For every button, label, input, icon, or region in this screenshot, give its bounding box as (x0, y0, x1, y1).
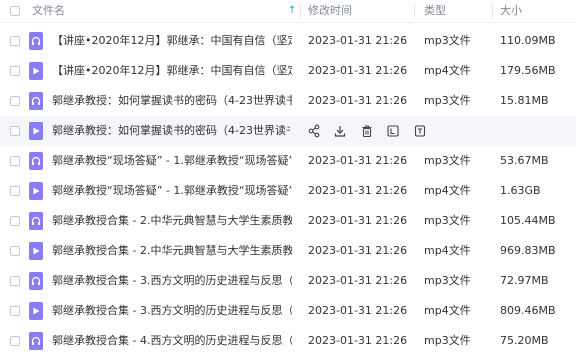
modified-time: 2023-01-31 21:26 (308, 214, 408, 227)
file-size: 72.97MB (500, 274, 549, 287)
file-name[interactable]: 郭继承教授合集 - 3.西方文明的历史进程与反思（上）(P... (52, 266, 292, 296)
file-row[interactable]: 郭继承教授合集 - 4.西方文明的历史进程与反思（中）(P... 2023-01-… (0, 326, 576, 356)
file-size: 15.81MB (500, 94, 549, 107)
audio-file-icon (29, 212, 43, 230)
file-name[interactable]: 郭继承教授合集 - 2.中华元典智慧与大学生素质教育(P2)... (52, 206, 292, 236)
row-checkbox[interactable] (10, 66, 20, 76)
row-checkbox[interactable] (10, 156, 20, 166)
column-divider[interactable] (492, 4, 493, 18)
share-icon[interactable] (307, 124, 321, 138)
modified-time: 2023-01-31 21:26 (308, 244, 408, 257)
video-file-icon (29, 302, 43, 320)
column-header-size[interactable]: 大小 (500, 0, 522, 22)
file-type: mp3文件 (424, 274, 471, 287)
rename-icon[interactable] (386, 124, 400, 138)
file-row[interactable]: 郭继承教授合集 - 2.中华元典智慧与大学生素质教育(P2)... 2023-01… (0, 206, 576, 236)
video-file-icon (29, 62, 43, 80)
row-checkbox[interactable] (10, 336, 20, 346)
video-file-icon (29, 122, 43, 140)
modified-time: 2023-01-31 21:26 (308, 154, 408, 167)
file-list-header: 文件名 ↑ 修改时间 类型 大小 (0, 0, 576, 23)
row-checkbox[interactable] (10, 186, 20, 196)
video-file-icon (29, 242, 43, 260)
row-checkbox[interactable] (10, 306, 20, 316)
modified-time: 2023-01-31 21:26 (308, 184, 408, 197)
file-size: 969.83MB (500, 244, 556, 257)
file-type: mp3文件 (424, 94, 471, 107)
file-type: mp4文件 (424, 184, 471, 197)
file-type: mp3文件 (424, 154, 471, 167)
file-row[interactable]: 郭继承教授合集 - 2.中华元典智慧与大学生素质教育(P2)... 2023-01… (0, 236, 576, 266)
file-size: 809.46MB (500, 304, 556, 317)
file-name[interactable]: 郭继承教授合集 - 4.西方文明的历史进程与反思（中）(P... (52, 326, 292, 356)
download-icon[interactable] (333, 124, 347, 138)
row-checkbox[interactable] (10, 246, 20, 256)
file-row[interactable]: 【讲座•2020年12月】郭继承：中国有自信（坚定文化自... 2023-01-3… (0, 56, 576, 86)
modified-time: 2023-01-31 21:26 (308, 64, 408, 77)
file-size: 53.67MB (500, 154, 549, 167)
file-name[interactable]: 【讲座•2020年12月】郭继承：中国有自信（坚定文化自... (52, 56, 292, 86)
file-type: mp4文件 (424, 244, 471, 257)
column-divider[interactable] (414, 4, 415, 18)
column-header-modified[interactable]: 修改时间 (308, 0, 352, 22)
delete-icon[interactable] (360, 124, 374, 138)
more-icon[interactable] (413, 124, 427, 138)
file-type: mp4文件 (424, 304, 471, 317)
modified-time: 2023-01-31 21:26 (308, 94, 408, 107)
audio-file-icon (29, 32, 43, 50)
file-size: 179.56MB (500, 64, 556, 77)
modified-time: 2023-01-31 21:26 (308, 34, 408, 47)
file-row[interactable]: 郭继承教授“现场答疑” - 1.郭继承教授“现场答疑”(A... 2023-01-… (0, 176, 576, 206)
row-checkbox[interactable] (10, 126, 20, 136)
row-checkbox[interactable] (10, 216, 20, 226)
file-type: mp4文件 (424, 64, 471, 77)
file-name[interactable]: 郭继承教授：如何掌握读书的密码（4-23世界读书日直播... (52, 116, 290, 146)
file-name[interactable]: 郭继承教授“现场答疑” - 1.郭继承教授“现场答疑”(A... (52, 176, 292, 206)
audio-file-icon (29, 92, 43, 110)
file-row[interactable]: 郭继承教授：如何掌握读书的密码（4-23世界读书日直播... (0, 116, 576, 146)
file-type: mp3文件 (424, 334, 471, 347)
file-name[interactable]: 【讲座•2020年12月】郭继承：中国有自信（坚定文化自... (52, 26, 292, 56)
column-header-name[interactable]: 文件名 (32, 0, 65, 22)
video-file-icon (29, 182, 43, 200)
row-checkbox[interactable] (10, 276, 20, 286)
file-row[interactable]: 郭继承教授合集 - 3.西方文明的历史进程与反思（上）(P... 2023-01-… (0, 266, 576, 296)
row-checkbox[interactable] (10, 96, 20, 106)
column-header-type[interactable]: 类型 (424, 0, 446, 22)
modified-time: 2023-01-31 21:26 (308, 334, 408, 347)
file-type: mp3文件 (424, 214, 471, 227)
sort-ascending-icon[interactable]: ↑ (288, 0, 296, 22)
file-type: mp3文件 (424, 34, 471, 47)
file-row[interactable]: 郭继承教授“现场答疑” - 1.郭继承教授“现场答疑”(A... 2023-01-… (0, 146, 576, 176)
file-name[interactable]: 郭继承教授合集 - 3.西方文明的历史进程与反思（上）(P... (52, 296, 292, 326)
column-divider[interactable] (300, 4, 301, 18)
modified-time: 2023-01-31 21:26 (308, 274, 408, 287)
file-row[interactable]: 郭继承教授：如何掌握读书的密码（4-23世界读书日直播... 2023-01-31… (0, 86, 576, 116)
file-row[interactable]: 郭继承教授合集 - 3.西方文明的历史进程与反思（上）(P... 2023-01-… (0, 296, 576, 326)
file-row[interactable]: 【讲座•2020年12月】郭继承：中国有自信（坚定文化自... 2023-01-3… (0, 26, 576, 56)
file-size: 110.09MB (500, 34, 556, 47)
audio-file-icon (29, 152, 43, 170)
file-name[interactable]: 郭继承教授合集 - 2.中华元典智慧与大学生素质教育(P2)... (52, 236, 292, 266)
file-size: 105.44MB (500, 214, 556, 227)
file-name[interactable]: 郭继承教授“现场答疑” - 1.郭继承教授“现场答疑”(A... (52, 146, 292, 176)
modified-time: 2023-01-31 21:26 (308, 304, 408, 317)
file-size: 1.63GB (500, 184, 541, 197)
file-size: 75.20MB (500, 334, 549, 347)
audio-file-icon (29, 272, 43, 290)
audio-file-icon (29, 332, 43, 350)
row-checkbox[interactable] (10, 36, 20, 46)
file-name[interactable]: 郭继承教授：如何掌握读书的密码（4-23世界读书日直播... (52, 86, 292, 116)
select-all-checkbox[interactable] (10, 6, 20, 16)
